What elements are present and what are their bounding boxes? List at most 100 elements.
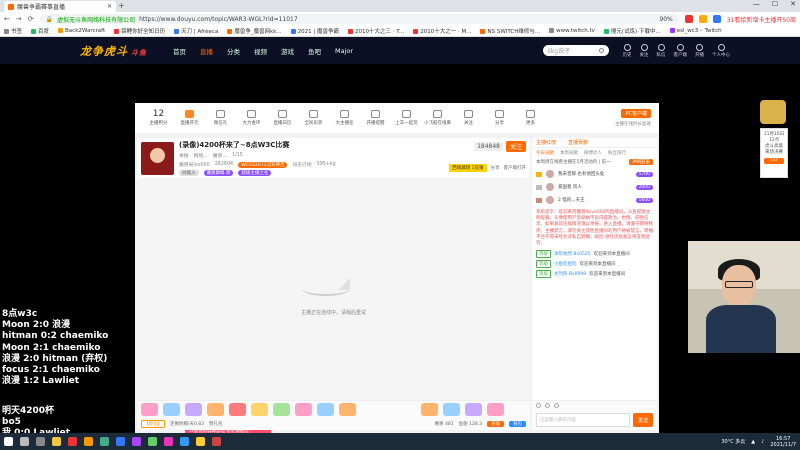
bookmark-item[interactable]: www.twitch.tv bbox=[549, 28, 595, 34]
follow-button[interactable]: 关注 bbox=[640, 43, 649, 58]
back-icon[interactable]: ← bbox=[4, 15, 10, 23]
app-icon[interactable] bbox=[148, 437, 157, 446]
charge-button[interactable]: 充值 bbox=[487, 421, 504, 427]
search-icon[interactable] bbox=[20, 437, 29, 446]
gift-item[interactable] bbox=[141, 403, 158, 416]
chat-input[interactable]: 这里输入聊天内容 bbox=[536, 413, 630, 427]
bookmark-item[interactable]: esl_wc3 – Twitch bbox=[669, 28, 722, 34]
minimize-icon[interactable]: — bbox=[753, 0, 760, 8]
gift-item[interactable] bbox=[339, 403, 356, 416]
gift-item[interactable] bbox=[229, 403, 246, 416]
toolbar-item[interactable]: 全民彩装 bbox=[298, 110, 329, 126]
toolbar-item[interactable]: 微信礼 bbox=[205, 110, 236, 126]
toolbar-anchor-points[interactable]: 12 主播积分 bbox=[143, 110, 174, 127]
rank-sprint-button[interactable]: 冲刺前前 bbox=[629, 159, 653, 165]
video-player[interactable]: 主播正在连线中，请稍后重试 主播发起抢礼物加成，可成为提升 - 用户面对积分并获… bbox=[137, 178, 530, 438]
zoom-level[interactable]: 90% bbox=[659, 16, 672, 23]
toolbar-item[interactable]: 上车一起玩 bbox=[391, 110, 422, 126]
toolbar-item[interactable]: 大主播任 bbox=[329, 110, 360, 126]
nav-games[interactable]: 游戏 bbox=[281, 46, 294, 56]
gift-item[interactable] bbox=[421, 403, 438, 416]
subtab-today[interactable]: 今日贡献 bbox=[536, 150, 554, 156]
send-button[interactable]: 发送 bbox=[633, 413, 653, 427]
site-logo[interactable]: 龙争虎斗 斗鱼 bbox=[80, 43, 147, 59]
tag[interactable]: 兴高人 bbox=[179, 170, 199, 176]
maximize-icon[interactable]: ☐ bbox=[772, 0, 778, 8]
gift-item[interactable] bbox=[295, 403, 312, 416]
bookmark-item[interactable]: 天刀 | Afreeca bbox=[174, 27, 218, 35]
chrome-icon[interactable] bbox=[100, 437, 109, 446]
close-tab-icon[interactable]: ✕ bbox=[107, 3, 112, 10]
subtab-weibo[interactable]: 微博达人 bbox=[584, 150, 602, 156]
broadcast-button[interactable]: 开播 bbox=[695, 43, 704, 58]
list-item[interactable]: 爱国者 风人 2000 bbox=[536, 183, 653, 191]
extension-orange-icon[interactable] bbox=[698, 15, 707, 23]
taskview-icon[interactable] bbox=[36, 437, 45, 446]
toolbar-item[interactable]: 小飞船在线库 bbox=[422, 110, 453, 126]
pc-client-button[interactable]: PC客户端 bbox=[621, 109, 651, 118]
backpack-button[interactable]: 背包 bbox=[509, 421, 526, 427]
reload-icon[interactable]: ⟳ bbox=[28, 15, 34, 23]
event-go-button[interactable]: GO bbox=[764, 158, 784, 164]
tab-anchor-rank[interactable]: 主播红榜 bbox=[536, 139, 556, 146]
share-link[interactable]: 分享 bbox=[491, 165, 500, 171]
site-search-input[interactable]: ilkg说子 bbox=[542, 45, 609, 56]
fans-tag[interactable]: 【虎化】 bbox=[141, 420, 165, 428]
app-icon[interactable] bbox=[84, 437, 93, 446]
gift-item[interactable] bbox=[251, 403, 268, 416]
app-icon[interactable] bbox=[68, 437, 77, 446]
subtab-week[interactable]: 本周贡献 bbox=[560, 150, 578, 156]
emoji-icon[interactable] bbox=[536, 403, 541, 408]
nav-major[interactable]: Major bbox=[335, 47, 353, 55]
new-tab-icon[interactable]: + bbox=[118, 1, 125, 10]
toolbar-item[interactable]: 直播开元 bbox=[174, 110, 205, 126]
gift-item[interactable] bbox=[273, 403, 290, 416]
gift-item[interactable] bbox=[317, 403, 334, 416]
open-client-link[interactable]: 客户端打开 bbox=[504, 165, 527, 171]
tag[interactable]: 魔兽巅峰 周 bbox=[203, 170, 234, 176]
bookmark-item[interactable]: 魔兽争_魔兽网kk... bbox=[227, 27, 282, 35]
tab-contribution[interactable]: 直播贡献 bbox=[568, 139, 588, 146]
nav-category[interactable]: 分类 bbox=[227, 46, 240, 56]
bookmark-item[interactable]: 百度 bbox=[31, 27, 49, 35]
trophy-icon[interactable] bbox=[760, 100, 786, 124]
follow-button[interactable]: 关注 bbox=[505, 141, 526, 152]
extension-blue-icon[interactable] bbox=[712, 15, 721, 23]
gift-item[interactable] bbox=[207, 403, 224, 416]
gift-item[interactable] bbox=[185, 403, 202, 416]
bookmark-item[interactable]: 搜元(试炼)·下载中... bbox=[603, 27, 661, 35]
event-card[interactable]: 11月16日 12点 虎斗高能 来场决赛 GO bbox=[760, 128, 788, 178]
bookmark-item[interactable]: 2010十大之一 · M... bbox=[413, 27, 471, 35]
message-button[interactable]: 私信 bbox=[657, 43, 666, 58]
streamer-name[interactable]: 魔兽局Ivo000 bbox=[179, 161, 210, 168]
app-icon[interactable] bbox=[212, 437, 221, 446]
app-icon[interactable] bbox=[180, 437, 189, 446]
toolbar-item[interactable]: 大力金环 bbox=[236, 110, 267, 126]
toolbar-item[interactable]: 分享 bbox=[484, 110, 515, 126]
app-icon[interactable] bbox=[164, 437, 173, 446]
close-window-icon[interactable]: ✕ bbox=[790, 0, 796, 8]
bookmark-item[interactable]: 2010十大之三 · T... bbox=[348, 27, 404, 35]
gift-item[interactable] bbox=[487, 403, 504, 416]
ext-note[interactable]: 31看给新增卡主播开50周 bbox=[727, 15, 796, 24]
tag[interactable]: 超级主播之名 bbox=[238, 170, 272, 176]
weather[interactable]: 30°C 多云 bbox=[721, 438, 745, 445]
extension-red-icon[interactable] bbox=[684, 15, 693, 23]
list-item[interactable]: 我未曾那 也有他回头处 5700 bbox=[536, 170, 653, 178]
folder-icon[interactable] bbox=[52, 437, 61, 446]
guess-badge[interactable]: 西域城场 1竞猜 bbox=[449, 164, 487, 172]
nav-live[interactable]: 直播 bbox=[200, 46, 213, 56]
bookmark-item[interactable]: 锦鲤你好全知日历 bbox=[114, 27, 165, 35]
gift-item[interactable] bbox=[443, 403, 460, 416]
client-button[interactable]: 客户端 bbox=[674, 43, 687, 58]
toolbar-item[interactable]: 开播提醒 bbox=[360, 110, 391, 126]
app-icon[interactable] bbox=[116, 437, 125, 446]
rank-badge[interactable]: WCGS2013冠军神吉 bbox=[238, 161, 288, 168]
app-icon[interactable] bbox=[132, 437, 141, 446]
toolbar-item[interactable]: 直播日历 bbox=[267, 110, 298, 126]
streamer-avatar[interactable] bbox=[141, 141, 174, 175]
nav-home[interactable]: 首页 bbox=[173, 46, 186, 56]
bookmark-item[interactable]: 书签 bbox=[4, 27, 22, 35]
windows-start-icon[interactable] bbox=[4, 437, 13, 446]
browser-tab-active[interactable]: 魔兽争霸赛事直播 ✕ bbox=[4, 1, 116, 12]
